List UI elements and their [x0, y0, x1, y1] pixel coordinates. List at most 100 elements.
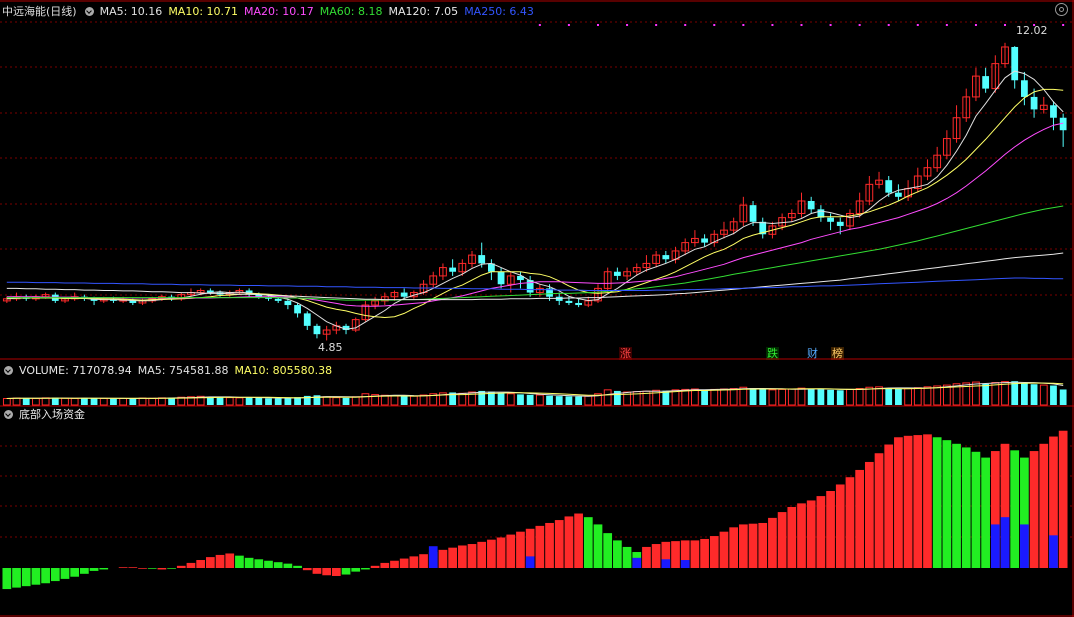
volume-bar — [255, 397, 263, 405]
volume-bar — [778, 388, 787, 406]
indicator-bar — [903, 435, 913, 568]
indicator-bar — [244, 557, 254, 568]
volume-bar — [361, 393, 370, 406]
volume-bar — [245, 397, 253, 405]
volume-bar — [390, 395, 399, 406]
indicator-bar — [583, 517, 593, 568]
indicator-bars — [2, 430, 1068, 590]
indicator-bar — [467, 544, 477, 568]
volume-bar — [846, 388, 854, 406]
indicator-bar — [574, 513, 583, 568]
ma20-line — [6, 122, 1064, 307]
volume-bar — [942, 384, 951, 406]
indicator-bar — [709, 536, 719, 568]
stock-chart[interactable] — [0, 0, 1074, 617]
indicator-bar — [826, 491, 835, 568]
signal-dot — [1033, 24, 1036, 26]
volume-bar — [933, 385, 942, 406]
signal-dot — [567, 24, 570, 26]
volume-bar — [836, 390, 844, 405]
indicator-bar — [80, 568, 89, 574]
indicator-bar — [448, 547, 457, 568]
ma250-line — [6, 277, 1064, 291]
volume-bar — [739, 386, 748, 406]
candlesticks — [2, 42, 1067, 341]
candle-down — [313, 325, 321, 335]
volume-bar — [22, 398, 30, 405]
signal-dot — [684, 24, 687, 26]
volume-bar — [12, 397, 21, 406]
signal-dot — [945, 24, 948, 26]
ma60-line — [6, 205, 1064, 301]
volume-bar — [51, 397, 59, 405]
moving-averages — [6, 70, 1064, 330]
indicator-bar — [923, 434, 932, 568]
volume-bar — [419, 394, 428, 406]
volume-bar — [787, 388, 796, 406]
indicator-bar — [31, 568, 41, 585]
indicator-bar — [487, 539, 496, 568]
indicator-bar — [118, 567, 128, 568]
indicator-bar — [690, 540, 700, 568]
indicator-bar — [70, 568, 80, 577]
volume-bar — [235, 397, 244, 406]
volume-bar — [1001, 381, 1009, 406]
indicator-bar — [1039, 443, 1049, 568]
indicator-bar — [409, 556, 419, 568]
indicator-bar — [787, 506, 797, 568]
indicator-blue-bar — [428, 546, 438, 568]
indicator-bar — [845, 477, 855, 568]
volume-bar — [110, 398, 117, 405]
candle-down — [565, 300, 573, 303]
volume-bar — [61, 397, 69, 406]
candle-down — [701, 238, 708, 243]
indicator-bar — [21, 568, 31, 587]
volume-bar — [322, 396, 331, 406]
indicator-bar — [41, 568, 50, 584]
volume-bar — [478, 390, 486, 405]
indicator-bar — [225, 553, 235, 568]
signal-dot — [1062, 24, 1065, 26]
volume-bar — [865, 386, 874, 406]
indicator-bar — [564, 516, 574, 568]
indicator-bar — [283, 563, 293, 568]
indicator-bar — [477, 541, 487, 568]
volume-bar — [768, 389, 777, 406]
indicator-bar — [12, 568, 21, 588]
volume-bar — [129, 398, 137, 405]
indicator-blue-bar — [680, 560, 690, 568]
volume-bar — [332, 397, 341, 406]
indicator-bar — [874, 453, 884, 568]
indicator-bar — [942, 440, 952, 568]
indicator-bar — [864, 461, 874, 568]
volume-bar — [274, 398, 282, 405]
indicator-bar — [215, 554, 225, 568]
volume-bar — [158, 397, 166, 406]
volume-bar — [99, 398, 108, 406]
indicator-bar — [331, 568, 341, 576]
volume-bar — [759, 389, 767, 405]
indicator-bar — [768, 517, 777, 568]
volume-bar — [497, 392, 505, 405]
signal-dot — [596, 24, 599, 26]
indicator-blue-bar — [661, 559, 671, 568]
volume-bar — [409, 395, 418, 406]
grid-lines — [0, 0, 1074, 617]
indicator-bar — [506, 534, 516, 568]
volume-bar — [342, 397, 350, 405]
volume-bar — [827, 389, 834, 405]
volume-bar — [400, 396, 408, 405]
volume-bar — [575, 396, 583, 405]
volume-bar — [729, 388, 738, 406]
indicator-bar — [419, 554, 428, 568]
indicator-bar — [884, 444, 894, 568]
signal-dot — [916, 24, 919, 26]
signal-dot — [713, 24, 716, 26]
indicator-bar — [913, 435, 923, 568]
volume-bar — [885, 388, 893, 405]
candle-down — [575, 302, 583, 306]
volume-bar — [555, 396, 563, 405]
indicator-bar — [264, 560, 273, 568]
indicator-bar — [370, 565, 380, 568]
indicator-bar — [748, 523, 758, 568]
